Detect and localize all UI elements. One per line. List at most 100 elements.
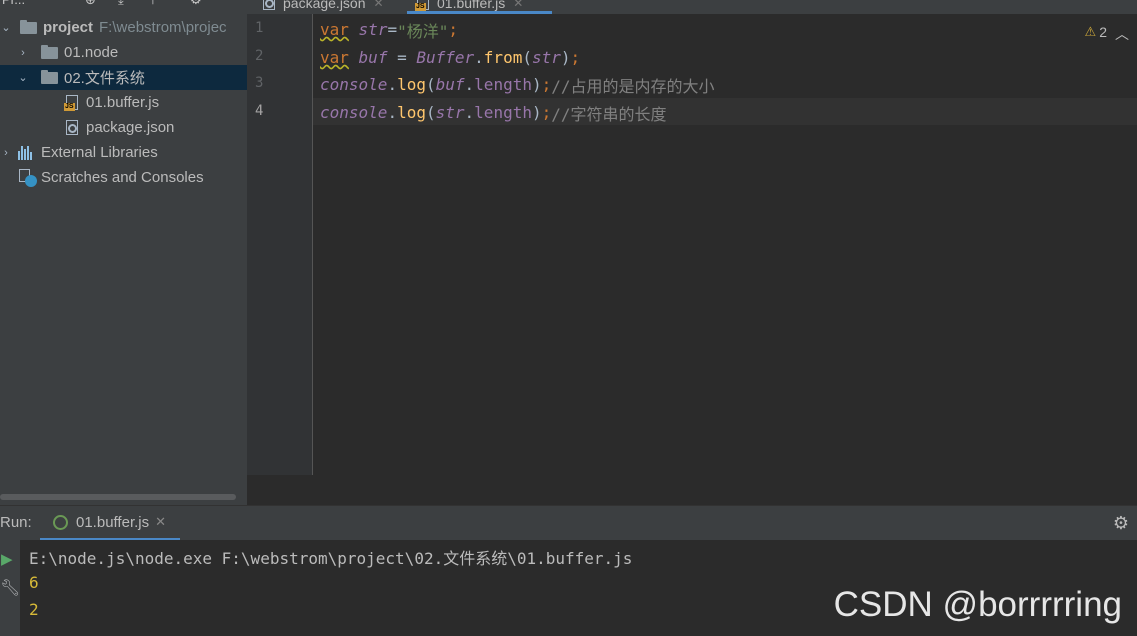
scratches-icon	[19, 168, 37, 187]
paren: )	[531, 103, 542, 122]
comment: //字符串的长度	[551, 104, 667, 124]
dot: .	[464, 103, 475, 122]
tree-item-label: External Libraries	[41, 144, 158, 161]
project-view-selector[interactable]: Pr...	[2, 0, 25, 8]
library-icon	[18, 145, 36, 160]
code-line-1: var str = "杨洋";	[320, 16, 458, 43]
paren: )	[531, 75, 542, 94]
line-number: 2	[255, 48, 264, 64]
dot: .	[464, 75, 475, 94]
paren: (	[522, 48, 532, 67]
locate-icon[interactable]: ⊕	[85, 0, 96, 8]
chevron-right-icon[interactable]: ›	[17, 47, 29, 59]
identifier: console	[320, 103, 388, 122]
identifier: buf	[358, 48, 388, 67]
tree-item-label: Scratches and Consoles	[41, 169, 204, 186]
tab-package-json[interactable]: package.json ✕	[261, 0, 384, 14]
folder-icon	[20, 19, 37, 34]
dot: .	[387, 103, 398, 122]
run-tab-label: 01.buffer.js	[76, 513, 150, 531]
tree-item-01-node[interactable]: › 01.node	[0, 40, 247, 65]
semicolon: ;	[541, 75, 552, 94]
code-editor[interactable]: var str = "杨洋"; var buf = Buffer. from(str)…	[313, 14, 1137, 475]
property: length	[474, 103, 532, 122]
folder-icon	[41, 69, 58, 84]
tree-item-label: package.json	[86, 119, 175, 136]
inspection-widget[interactable]: ⚠ 2	[1085, 24, 1107, 40]
project-toolbar: Pr... ⊕ ⤓ ⤒ ⚙	[0, 0, 247, 10]
warning-icon: ⚠	[1084, 24, 1097, 39]
code-line-3: console. log(buf. length);//占用的是内存的大小	[320, 71, 715, 98]
tree-item-label: 02.文件系统	[64, 70, 145, 87]
semicolon: ;	[541, 103, 552, 122]
comment: //占用的是内存的大小	[551, 76, 715, 96]
console-output-line: 2	[29, 600, 39, 619]
line-number: 3	[255, 75, 264, 91]
tab-label: 01.buffer.js	[437, 0, 506, 11]
tree-item-external-libraries[interactable]: › External Libraries	[0, 140, 247, 165]
paren: )	[560, 48, 571, 67]
function-name: log	[397, 103, 426, 122]
tree-item-buffer-js[interactable]: JS 01.buffer.js	[0, 90, 247, 115]
editor-bottom-area	[247, 475, 1137, 505]
line-number: 1	[255, 20, 264, 36]
line-number: 4	[255, 103, 264, 119]
gear-icon[interactable]: ⚙	[190, 0, 202, 8]
run-label: Run:	[0, 514, 32, 531]
identifier: str	[435, 103, 465, 122]
string-literal: "杨洋"	[397, 21, 449, 41]
run-toolbar: ▶ 🔧︎	[0, 540, 20, 636]
dot: .	[474, 48, 484, 67]
nodejs-icon	[53, 514, 68, 530]
identifier: str	[531, 48, 561, 67]
folder-icon	[41, 44, 58, 59]
identifier: str	[358, 20, 388, 39]
gear-icon[interactable]: ⚙	[1113, 513, 1129, 534]
tree-item-label: 01.buffer.js	[86, 94, 160, 111]
json-file-icon	[64, 119, 81, 136]
semicolon: ;	[448, 20, 459, 39]
run-tab-buffer-js[interactable]: 01.buffer.js ✕	[40, 506, 180, 541]
horizontal-scrollbar[interactable]	[0, 494, 236, 500]
tree-item-label: project	[43, 19, 94, 36]
property: length	[474, 75, 532, 94]
identifier: buf	[435, 75, 465, 94]
project-path-hint: F:\webstrom\projec	[99, 19, 227, 36]
operator: =	[387, 48, 417, 67]
json-file-icon	[261, 0, 278, 11]
chevron-down-icon[interactable]: ⌄	[0, 21, 12, 34]
code-line-2: var buf = Buffer. from(str);	[320, 44, 580, 71]
watermark: CSDN @borrrrring	[833, 585, 1122, 624]
tree-item-package-json[interactable]: package.json	[0, 115, 247, 140]
operator: =	[387, 20, 398, 39]
console-output-line: 6	[29, 573, 39, 592]
tree-item-scratches[interactable]: Scratches and Consoles	[0, 165, 247, 190]
code-line-4: console. log(str. length);//字符串的长度	[320, 99, 667, 126]
collapse-all-icon[interactable]: ⤒	[150, 0, 156, 8]
identifier: console	[320, 75, 388, 94]
play-icon[interactable]: ▶	[1, 550, 13, 568]
tree-item-label: 01.node	[64, 44, 119, 61]
chevron-right-icon[interactable]: ›	[0, 147, 12, 159]
tree-item-02-file-system[interactable]: ⌄ 02.文件系统	[0, 65, 247, 90]
expand-all-icon[interactable]: ⤓	[118, 0, 124, 8]
close-icon[interactable]: ✕	[374, 0, 384, 10]
close-icon[interactable]: ✕	[513, 0, 523, 10]
project-tool-window: Pr... ⊕ ⤓ ⤒ ⚙ ⌄ project F:\webstrom\proj…	[0, 0, 247, 505]
wrench-icon[interactable]: 🔧︎	[0, 578, 20, 598]
js-file-icon: JS	[415, 0, 432, 11]
paren: (	[425, 103, 436, 122]
run-tool-window-header: Run: 01.buffer.js ✕ ⚙	[0, 505, 1137, 541]
keyword: var	[320, 20, 349, 39]
function-name: log	[397, 75, 426, 94]
chevron-down-icon[interactable]: ⌄	[17, 71, 29, 84]
dot: .	[387, 75, 398, 94]
tree-item-project[interactable]: ⌄ project F:\webstrom\projec	[0, 15, 247, 40]
chevron-up-icon[interactable]: ︿	[1115, 24, 1129, 44]
close-icon[interactable]: ✕	[155, 514, 166, 530]
tab-label: package.json	[283, 0, 366, 11]
js-file-icon: JS	[64, 94, 81, 111]
function-name: from	[483, 48, 523, 67]
warning-count: 2	[1099, 24, 1107, 40]
identifier: Buffer	[416, 48, 475, 67]
